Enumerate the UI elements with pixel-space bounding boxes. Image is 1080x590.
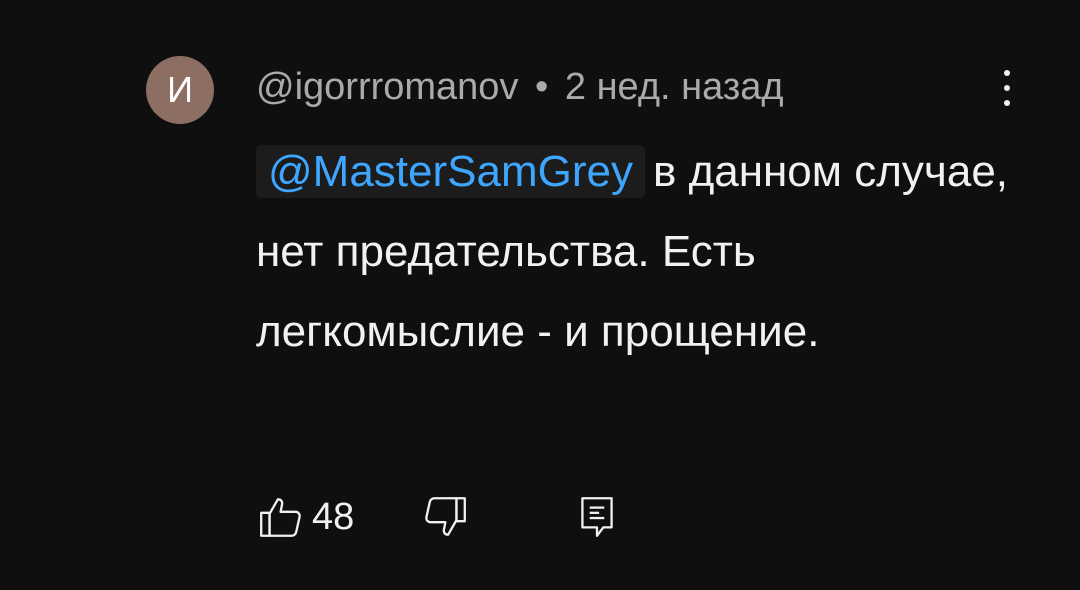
more-vertical-icon[interactable] bbox=[992, 66, 1022, 110]
like-button[interactable] bbox=[256, 492, 306, 542]
menu-dot bbox=[1004, 70, 1010, 76]
menu-dot bbox=[1004, 85, 1010, 91]
thumbs-up-icon bbox=[260, 498, 301, 537]
mention-link[interactable]: @MasterSamGrey bbox=[256, 145, 645, 198]
header-separator: • bbox=[535, 66, 549, 108]
like-count: 48 bbox=[312, 496, 355, 538]
dislike-button[interactable] bbox=[420, 492, 470, 542]
avatar-letter: И bbox=[167, 69, 193, 110]
comment-actions: 48 bbox=[256, 492, 676, 542]
comment-item: И @igorrromanov • 2 нед. назад @MasterSa… bbox=[0, 0, 1080, 590]
avatar[interactable]: И bbox=[146, 56, 214, 124]
author-name[interactable]: @igorrromanov bbox=[256, 66, 518, 108]
thumbs-down-icon bbox=[425, 497, 466, 536]
comment-time[interactable]: 2 нед. назад bbox=[565, 66, 784, 108]
menu-dot bbox=[1004, 100, 1010, 106]
comment-text: @MasterSamGrey в данном случае, нет преда… bbox=[256, 132, 1016, 372]
reply-button[interactable] bbox=[572, 492, 622, 542]
comment-reply-icon bbox=[581, 497, 613, 537]
comment-header: @igorrromanov • 2 нед. назад bbox=[256, 62, 784, 112]
